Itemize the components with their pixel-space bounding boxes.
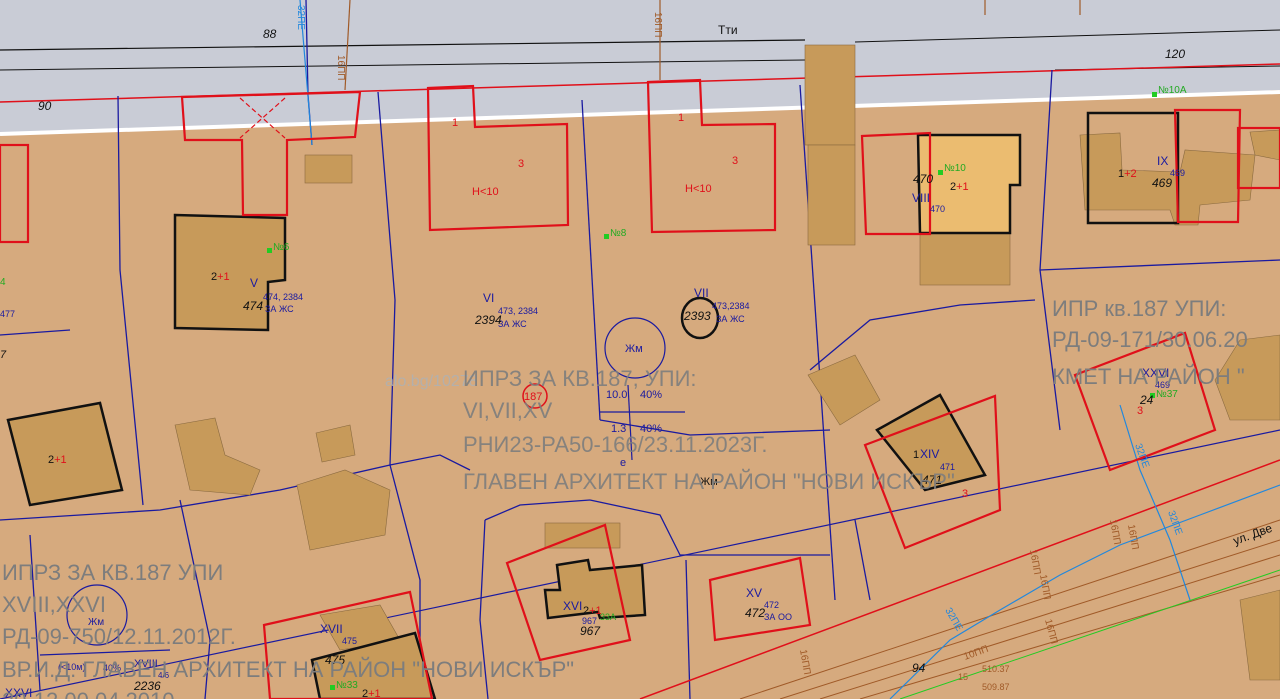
overlay-line: ИПРЗ ЗА КВ.187, УПИ: bbox=[463, 366, 697, 391]
overlay-line: КМЕТ НА РАЙОН " bbox=[1052, 364, 1245, 389]
parcel-number: VIII bbox=[912, 191, 930, 205]
address-point-label: №8 bbox=[610, 228, 627, 239]
parcel-lot: 469 bbox=[1152, 176, 1172, 190]
overlay-line: РНИ23-РА50-166/23.11.2023Г. bbox=[463, 432, 767, 457]
parcel-lot: 2393 bbox=[683, 309, 711, 323]
parcel-floors: 2+1 bbox=[950, 181, 969, 193]
water-label: 32ПЕ bbox=[942, 606, 964, 633]
parcel-ids: 477 bbox=[0, 309, 15, 319]
parcel-floors: 1+2 bbox=[1118, 168, 1137, 180]
red-label: 1 bbox=[678, 112, 684, 124]
parcel-ids: 470 bbox=[930, 204, 945, 214]
boundary-line bbox=[639, 459, 1280, 699]
pipe-label: 16ПП bbox=[652, 12, 663, 38]
address-point-label: №10А bbox=[1158, 85, 1187, 96]
cadastral-map[interactable]: Тти 88 90 120 94 ул. Две 16ПП 16ПП 16ПП … bbox=[0, 0, 1280, 699]
parcel-edge-label: 7 bbox=[0, 349, 7, 361]
parcel-lot: 472 bbox=[745, 606, 765, 620]
overlay-line: ИПР кв.187 УПИ: bbox=[1052, 296, 1226, 321]
parcel-lot: 967 bbox=[580, 624, 601, 638]
green-line bbox=[899, 569, 1280, 699]
elevation: 509.87 bbox=[982, 682, 1010, 692]
road-number: 120 bbox=[1165, 47, 1185, 61]
parcel-use: ЗА ЖС bbox=[265, 304, 294, 314]
red-label: 1 bbox=[452, 117, 458, 129]
overlay-text-bottom-left: ИПРЗ ЗА КВ.187 УПИ XVIII,XXVI РД-09-750/… bbox=[2, 560, 574, 699]
utility-lines bbox=[739, 519, 1280, 699]
water-label: 32ПЕ bbox=[295, 5, 306, 30]
parcel-number: IX bbox=[1157, 154, 1168, 168]
parcel-ids: 473, 2384 bbox=[498, 306, 538, 316]
overlay-line: 20-12.00.04.2010 bbox=[2, 688, 175, 699]
pipe-label: 16ПП bbox=[1027, 549, 1042, 576]
road-number: 94 bbox=[912, 661, 926, 675]
overlay-line: XVIII,XXVI bbox=[2, 592, 106, 617]
parcel-floors: 2+1 bbox=[48, 454, 67, 466]
parcel-lot: 2394 bbox=[474, 313, 502, 327]
parcel-number: VII bbox=[694, 286, 709, 300]
parcel-ids: 473,2384 bbox=[712, 301, 750, 311]
address-point-label: №10 bbox=[944, 163, 966, 174]
parcel-edge-label: 4 bbox=[0, 277, 6, 288]
water-label: 32ПЕ bbox=[1165, 509, 1184, 537]
parcel-number: XV bbox=[746, 586, 762, 600]
overlay-text-right: ИПР кв.187 УПИ: РД-09-171/30.06.20 КМЕТ … bbox=[1052, 296, 1248, 389]
parcel-lot: 474 bbox=[243, 299, 263, 313]
red-label: 3 bbox=[732, 155, 738, 167]
red-label: 3 bbox=[518, 158, 524, 170]
pipe-label: 16ПП bbox=[1125, 524, 1140, 551]
parcel-floors: 1 bbox=[913, 449, 919, 461]
address-point-label: №6 bbox=[273, 242, 290, 253]
pipe-label: 16ПП bbox=[1107, 519, 1122, 546]
pipe-label: 16ПП bbox=[1037, 574, 1052, 601]
parcel-use: ЗА ЖС bbox=[716, 314, 745, 324]
zone-e: е bbox=[620, 457, 626, 469]
parcel-floors: 2+1 bbox=[362, 688, 381, 699]
address-point-label: №37 bbox=[1156, 389, 1178, 400]
parcel-red-floor: 3 bbox=[962, 488, 968, 500]
red-label: Н<10 bbox=[685, 183, 712, 195]
parcel-red-floor: 3 bbox=[1137, 405, 1143, 417]
parcel-use: ЗА ОО bbox=[764, 612, 792, 622]
parcel-ids: 474, 2384 bbox=[263, 292, 303, 302]
parcel-number: XVI bbox=[563, 599, 582, 613]
red-annotations: 1 3 Н<10 1 3 Н<10 187 bbox=[452, 112, 738, 403]
parcel-ids: 472 bbox=[764, 600, 779, 610]
pipe-label: 10ПП bbox=[962, 644, 990, 663]
parcel-ids: 469 bbox=[1170, 168, 1185, 178]
elevation: 510.37 bbox=[982, 664, 1010, 674]
road-label-top: Тти bbox=[718, 23, 738, 37]
pipe-label: 16ПП bbox=[1042, 618, 1059, 645]
parcel-lot: 470 bbox=[913, 172, 933, 186]
parcel-number: VI bbox=[483, 291, 494, 305]
overlay-line: VI,VII,XV bbox=[463, 398, 553, 423]
road-number: 90 bbox=[38, 99, 52, 113]
overlay-line: ВР.И.Д. ГЛАВЕН АРХИТЕКТ НА РАЙОН "НОВИ И… bbox=[2, 657, 574, 682]
elevation: 15 bbox=[958, 672, 968, 682]
parcel-number: XIV bbox=[920, 447, 939, 461]
zone-label: Жм bbox=[625, 343, 643, 355]
road-number: 88 bbox=[263, 27, 277, 41]
water-pipe-vertical bbox=[1119, 404, 1191, 601]
pipe-label: 16ПП bbox=[335, 55, 346, 81]
parcel-number: XVII bbox=[320, 622, 343, 636]
water-label: 32ПЕ bbox=[1132, 442, 1151, 470]
parcel-extra: 33А bbox=[600, 612, 616, 622]
overlay-line: РД-09-750/12.11.2012Г. bbox=[2, 624, 236, 649]
overlay-line: ИПРЗ ЗА КВ.187 УПИ bbox=[2, 560, 223, 585]
parcel-number: V bbox=[250, 276, 258, 290]
overlay-line: РД-09-171/30.06.20 bbox=[1052, 327, 1248, 352]
existing-buildings bbox=[174, 44, 1280, 681]
parcel-use: ЗА ЖС bbox=[498, 319, 527, 329]
parcel-ids: 475 bbox=[342, 636, 357, 646]
pipe-label: 16ПП bbox=[797, 649, 812, 676]
overlay-line: ГЛАВЕН АРХИТЕКТ НА РАЙОН "НОВИ ИСКЪР" bbox=[463, 469, 955, 494]
parcel-floors: 2+1 bbox=[211, 271, 230, 283]
red-label: Н<10 bbox=[472, 186, 499, 198]
